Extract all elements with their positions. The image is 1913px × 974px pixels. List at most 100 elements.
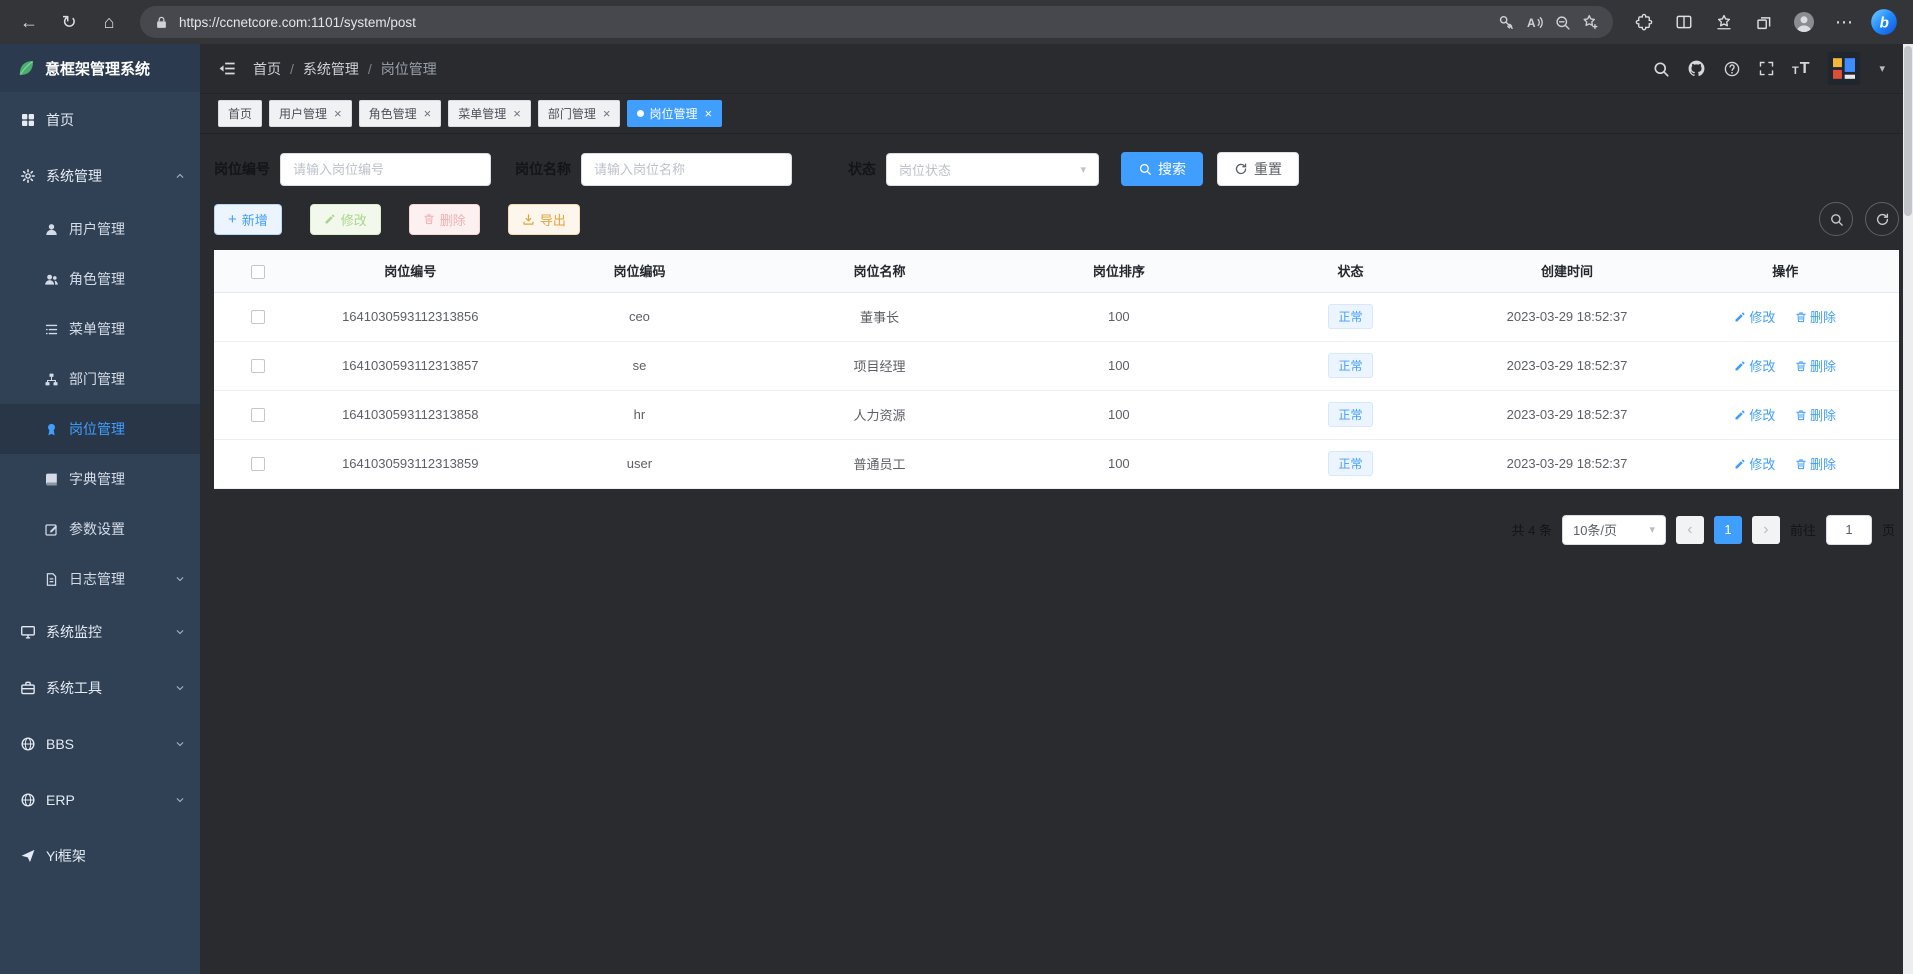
sidebar-item-departments[interactable]: 部门管理: [0, 354, 200, 404]
page-size-select[interactable]: 10条/页 ▾: [1562, 515, 1666, 545]
row-edit-link[interactable]: 修改: [1734, 454, 1775, 473]
sidebar-item-monitor[interactable]: 系统监控: [0, 604, 200, 660]
sidebar-item-label: 系统监控: [46, 622, 102, 642]
sidebar-item-system[interactable]: 系统管理: [0, 148, 200, 204]
tab-home[interactable]: 首页: [218, 100, 262, 127]
sidebar-item-logs[interactable]: 日志管理: [0, 554, 200, 604]
zoom-out-icon[interactable]: [1554, 14, 1571, 31]
add-button[interactable]: +新增: [214, 204, 282, 235]
user-avatar[interactable]: [1826, 52, 1862, 85]
sidebar-item-posts[interactable]: 岗位管理: [0, 404, 200, 454]
sidebar-item-bbs[interactable]: BBS: [0, 716, 200, 772]
close-icon[interactable]: ×: [334, 106, 342, 121]
page-1-button[interactable]: 1: [1714, 516, 1742, 544]
sidebar-item-users[interactable]: 用户管理: [0, 204, 200, 254]
tab-post-management[interactable]: 岗位管理×: [627, 100, 722, 127]
edit-button[interactable]: 修改: [310, 204, 381, 235]
close-icon[interactable]: ×: [704, 106, 712, 121]
sidebar-toggle-icon[interactable]: [218, 59, 237, 78]
search-button[interactable]: 搜索: [1121, 152, 1203, 186]
prev-page-button[interactable]: ‹: [1676, 516, 1704, 544]
row-delete-link[interactable]: 删除: [1795, 454, 1836, 473]
select-all-checkbox[interactable]: [251, 265, 265, 279]
close-icon[interactable]: ×: [513, 106, 521, 121]
edit-icon: [1734, 311, 1746, 323]
star-icon: [1715, 13, 1733, 31]
row-delete-link[interactable]: 删除: [1795, 405, 1836, 424]
row-edit-link[interactable]: 修改: [1734, 405, 1775, 424]
github-icon[interactable]: [1687, 59, 1706, 78]
address-bar[interactable]: https://ccnetcore.com:1101/system/post: [140, 6, 1613, 38]
trash-icon: [1795, 311, 1807, 323]
sidebar-item-yi-framework[interactable]: Yi框架: [0, 828, 200, 884]
reset-button[interactable]: 重置: [1217, 152, 1299, 186]
split-screen-icon[interactable]: [1667, 5, 1701, 39]
row-edit-link[interactable]: 修改: [1734, 356, 1775, 375]
bing-copilot-icon[interactable]: [1867, 5, 1901, 39]
navbar-actions: TT ▾: [1652, 52, 1895, 85]
scrollbar-thumb[interactable]: [1904, 46, 1912, 216]
sidebar-item-menus[interactable]: 菜单管理: [0, 304, 200, 354]
cell-post-id: 1641030593112313859: [302, 439, 519, 488]
browser-menu-icon[interactable]: ⋯: [1827, 5, 1861, 39]
puzzle-icon: [1635, 13, 1653, 31]
read-aloud-icon[interactable]: [1525, 13, 1544, 32]
leaf-logo-icon: [16, 58, 36, 78]
close-icon[interactable]: ×: [424, 106, 432, 121]
next-page-button[interactable]: ›: [1752, 516, 1780, 544]
fullscreen-icon[interactable]: [1758, 60, 1775, 77]
cell-post-sort: 100: [999, 439, 1238, 488]
tab-user-management[interactable]: 用户管理×: [269, 100, 352, 127]
breadcrumb-home[interactable]: 首页: [253, 59, 281, 79]
post-code-input[interactable]: [280, 153, 491, 186]
sidebar-item-home[interactable]: 首页: [0, 92, 200, 148]
sidebar-item-roles[interactable]: 角色管理: [0, 254, 200, 304]
close-icon[interactable]: ×: [603, 106, 611, 121]
sidebar-item-erp[interactable]: ERP: [0, 772, 200, 828]
post-table: 岗位编号 岗位编码 岗位名称 岗位排序 状态 创建时间 操作 164103059…: [214, 250, 1899, 489]
browser-profile-avatar[interactable]: [1787, 5, 1821, 39]
toggle-search-button[interactable]: [1819, 202, 1853, 236]
status-badge: 正常: [1328, 451, 1372, 476]
sidebar-item-tools[interactable]: 系统工具: [0, 660, 200, 716]
collections-icon[interactable]: [1747, 5, 1781, 39]
tab-role-management[interactable]: 角色管理×: [359, 100, 442, 127]
help-icon[interactable]: [1723, 60, 1741, 78]
row-edit-link[interactable]: 修改: [1734, 307, 1775, 326]
row-checkbox[interactable]: [251, 408, 265, 422]
scrollbar[interactable]: [1903, 44, 1913, 974]
browser-back-button[interactable]: ←: [12, 5, 46, 39]
list-icon: [44, 322, 59, 337]
sidebar-item-label: 角色管理: [69, 269, 125, 289]
extensions-icon[interactable]: [1627, 5, 1661, 39]
table-header-row: 岗位编号 岗位编码 岗位名称 岗位排序 状态 创建时间 操作: [214, 250, 1899, 292]
browser-home-button[interactable]: ⌂: [92, 5, 126, 39]
add-favorite-icon[interactable]: [1581, 13, 1599, 31]
goto-page-input[interactable]: [1826, 515, 1872, 545]
app-shell: 意框架管理系统 首页 系统管理 用户管理 角色管理 菜单管理: [0, 44, 1913, 974]
delete-button[interactable]: 删除: [409, 204, 480, 235]
chevron-down-icon[interactable]: ▾: [1879, 62, 1885, 75]
sidebar-item-dictionary[interactable]: 字典管理: [0, 454, 200, 504]
sidebar-item-parameters[interactable]: 参数设置: [0, 504, 200, 554]
font-size-icon[interactable]: TT: [1792, 61, 1810, 77]
browser-refresh-button[interactable]: ↻: [52, 5, 86, 39]
row-checkbox[interactable]: [251, 310, 265, 324]
favorites-icon[interactable]: [1707, 5, 1741, 39]
password-key-icon[interactable]: [1498, 14, 1515, 31]
row-delete-link[interactable]: 删除: [1795, 356, 1836, 375]
row-checkbox[interactable]: [251, 457, 265, 471]
refresh-table-button[interactable]: [1865, 202, 1899, 236]
status-select[interactable]: 岗位状态 ▾: [886, 153, 1099, 186]
breadcrumb: 首页 / 系统管理 / 岗位管理: [253, 59, 437, 79]
header-search-icon[interactable]: [1652, 60, 1670, 78]
tab-menu-management[interactable]: 菜单管理×: [448, 100, 531, 127]
row-checkbox[interactable]: [251, 359, 265, 373]
person-icon: [1792, 10, 1816, 34]
export-button[interactable]: 导出: [508, 204, 580, 235]
tab-department-management[interactable]: 部门管理×: [538, 100, 621, 127]
post-name-input[interactable]: [581, 153, 792, 186]
row-delete-link[interactable]: 删除: [1795, 307, 1836, 326]
breadcrumb-system[interactable]: 系统管理: [303, 59, 359, 79]
status-select-placeholder: 岗位状态: [899, 160, 951, 179]
